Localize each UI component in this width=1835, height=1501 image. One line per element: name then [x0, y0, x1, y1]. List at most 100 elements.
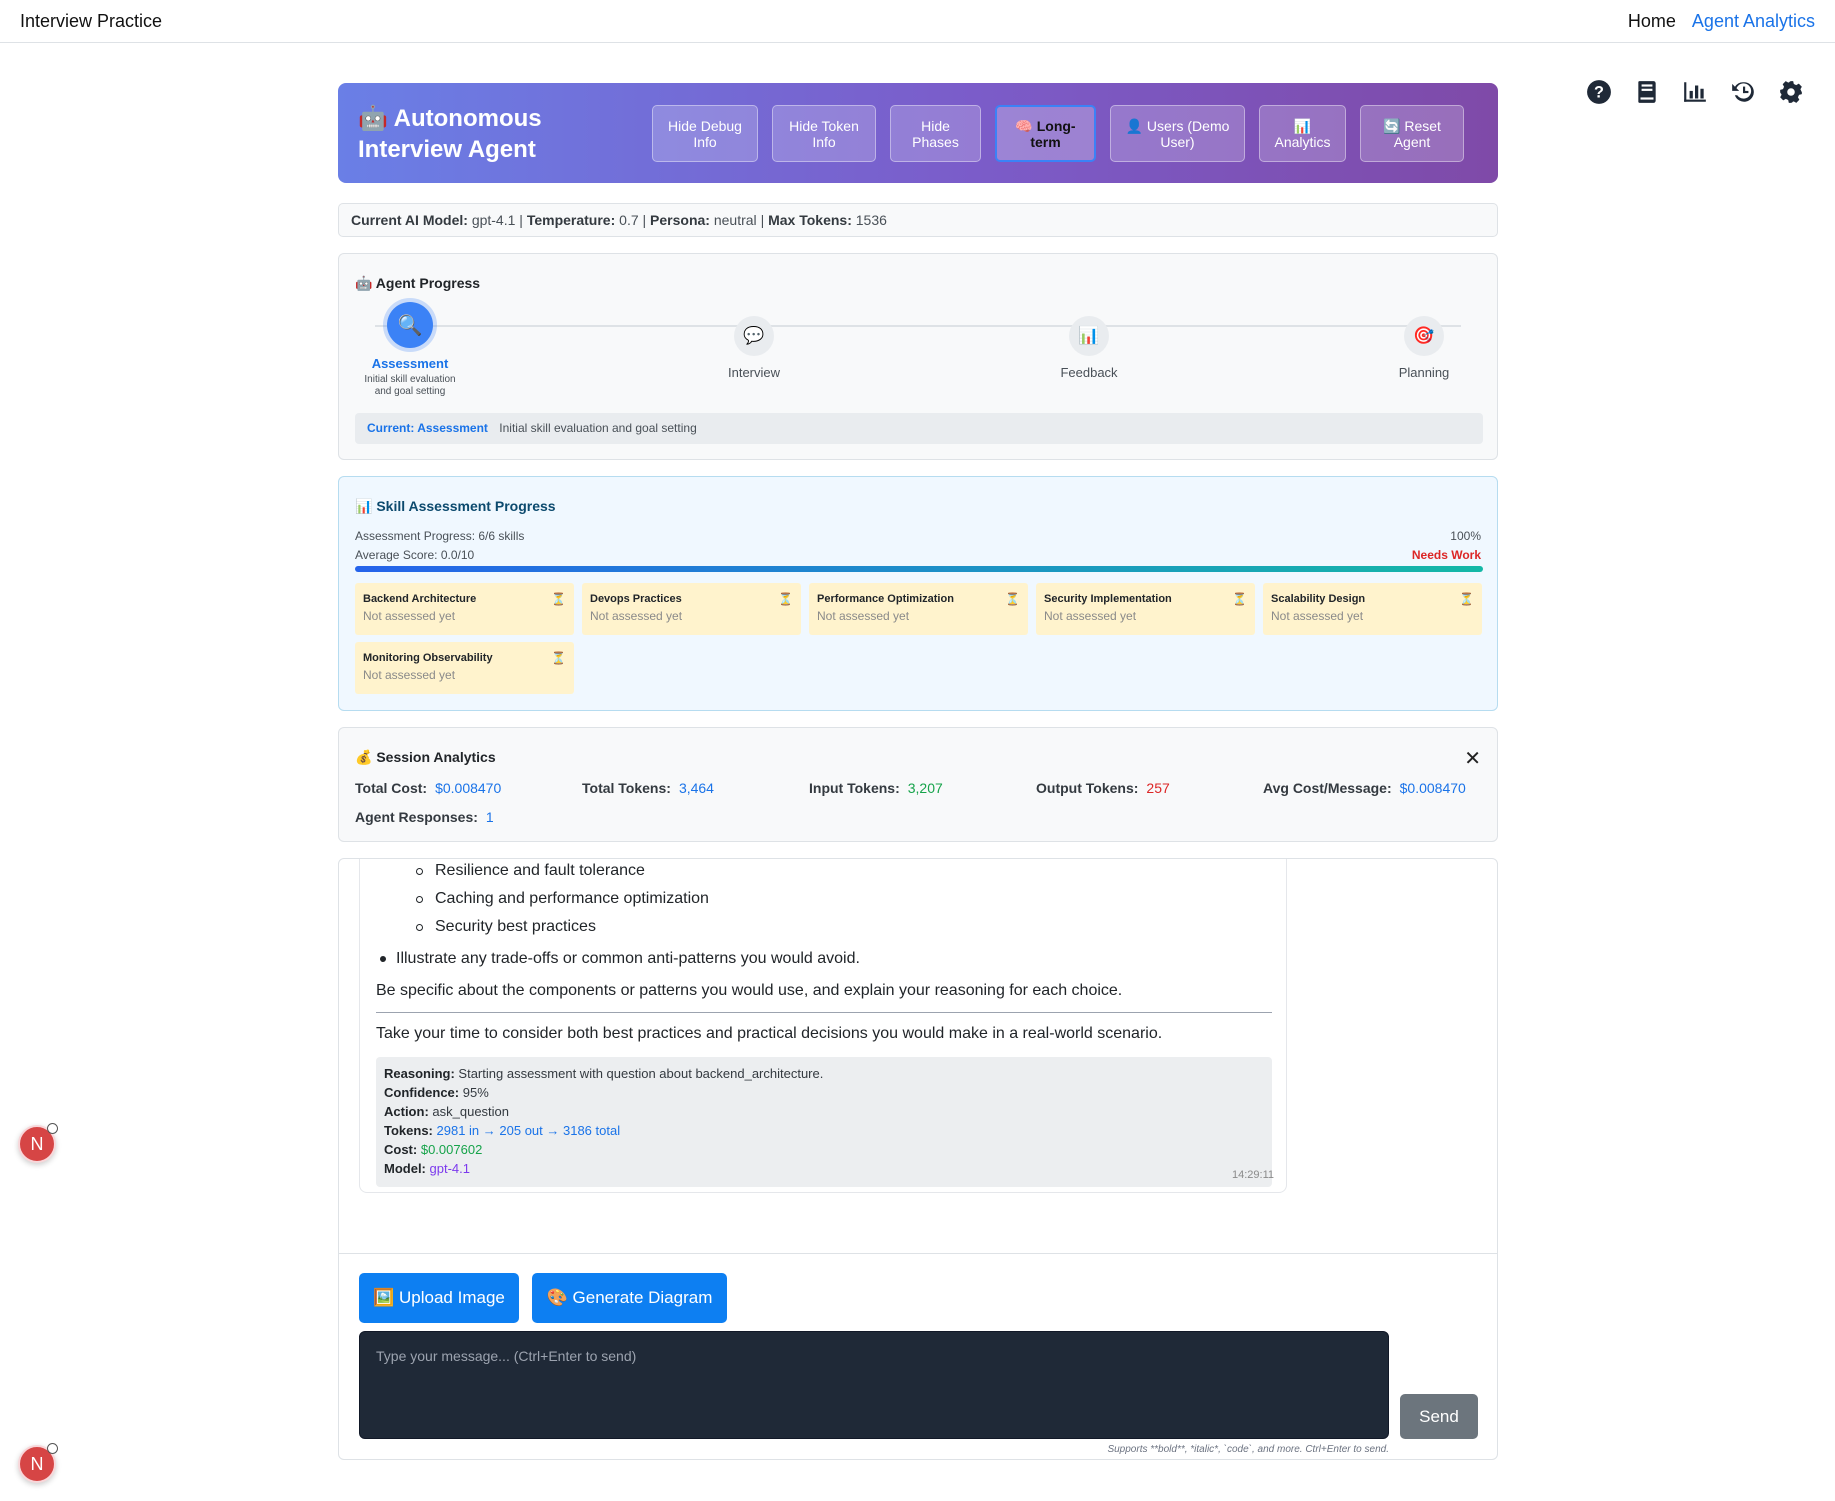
needs-work-status: Needs Work	[1411, 548, 1481, 562]
skill-status: Not assessed yet	[817, 609, 910, 623]
max-tokens-label: Max Tokens:	[768, 212, 852, 228]
skill-name: Security Implementation	[1044, 593, 1172, 605]
phase-planning[interactable]: 🎯 Planning	[1369, 316, 1479, 380]
debug-label: Confidence:	[384, 1085, 460, 1100]
persona-label: Persona:	[650, 212, 710, 228]
skill-name: Monitoring Observability	[363, 652, 493, 664]
magnifier-icon: 🔍	[387, 302, 433, 348]
bar-chart-icon: 📊	[1069, 316, 1109, 356]
history-icon[interactable]	[1729, 78, 1757, 106]
disc-bullet-icon	[380, 956, 386, 962]
debug-action: Action: ask_question	[384, 1102, 1264, 1121]
nav-agent-analytics-link[interactable]: Agent Analytics	[1692, 11, 1815, 32]
header-button-group: Hide Debug Info Hide Token Info Hide Pha…	[652, 105, 1464, 162]
hide-debug-button[interactable]: Hide Debug Info	[652, 105, 758, 162]
nav-home-link[interactable]: Home	[1628, 11, 1676, 32]
stat-label: Total Cost:	[355, 780, 428, 796]
top-navbar: Interview Practice Home Agent Analytics	[0, 0, 1835, 43]
hide-phases-button[interactable]: Hide Phases	[890, 105, 981, 162]
model-label: Current AI Model:	[351, 212, 468, 228]
list-item-text: Security best practices	[435, 918, 596, 935]
floating-badge-1[interactable]: N	[18, 1123, 58, 1163]
stat-value: 1	[485, 809, 494, 825]
floating-badge-2[interactable]: N	[18, 1443, 58, 1483]
stat-value: 3,464	[678, 780, 714, 796]
debug-value: 2981 in → 205 out → 3186 total	[436, 1123, 621, 1138]
max-tokens-value: 1536	[855, 212, 887, 228]
debug-tokens: Tokens: 2981 in → 205 out → 3186 total	[384, 1121, 1264, 1140]
message-timestamp: 14:29:11	[1231, 1169, 1274, 1181]
debug-confidence: Confidence: 95%	[384, 1083, 1264, 1102]
skill-item-backend-architecture[interactable]: Backend Architecture Not assessed yet ⏳	[355, 583, 574, 635]
temperature-value: 0.7	[619, 212, 639, 228]
stat-label: Avg Cost/Message:	[1263, 780, 1392, 796]
stat-value: 257	[1146, 780, 1170, 796]
stat-value: $0.008470	[435, 780, 502, 796]
skill-item-scalability-design[interactable]: Scalability Design Not assessed yet ⏳	[1263, 583, 1482, 635]
separator: |	[519, 212, 523, 228]
circle-bullet-icon	[416, 895, 423, 903]
skill-status: Not assessed yet	[1044, 609, 1137, 623]
phase-connector-line	[375, 325, 1461, 327]
separator: |	[642, 212, 647, 228]
close-icon[interactable]: ✕	[1464, 746, 1481, 771]
badge-dot-icon	[47, 1443, 58, 1454]
skill-item-performance-optimization[interactable]: Performance Optimization Not assessed ye…	[809, 583, 1028, 635]
svg-text:?: ?	[1594, 83, 1604, 101]
session-analytics-title: 💰 Session Analytics	[355, 749, 496, 765]
longterm-button[interactable]: 🧠 Long-term	[995, 105, 1096, 162]
persona-value: neutral	[713, 212, 757, 228]
brand-link[interactable]: Interview Practice	[20, 11, 162, 32]
book-icon[interactable]	[1633, 78, 1661, 106]
output-tokens-stat: Output Tokens: 257	[1036, 780, 1170, 796]
hourglass-icon: ⏳	[1459, 592, 1474, 606]
avg-cost-stat: Avg Cost/Message: $0.008470	[1263, 780, 1466, 796]
list-item: Security best practices	[416, 918, 596, 936]
phase-description: Initial skill evaluation and goal settin…	[364, 374, 456, 397]
generate-diagram-button[interactable]: 🎨 Generate Diagram	[532, 1273, 727, 1323]
hourglass-icon: ⏳	[778, 592, 793, 606]
list-item: Resilience and fault tolerance	[416, 862, 645, 880]
skill-item-security-implementation[interactable]: Security Implementation Not assessed yet…	[1036, 583, 1255, 635]
help-icon[interactable]: ?	[1585, 78, 1613, 106]
stat-value: 3,207	[907, 780, 943, 796]
users-button[interactable]: 👤 Users (Demo User)	[1110, 105, 1245, 162]
hourglass-icon: ⏳	[551, 651, 566, 665]
assessment-progress-text: Assessment Progress: 6/6 skills	[355, 529, 525, 543]
temperature-label: Temperature:	[526, 212, 616, 228]
debug-label: Model:	[384, 1161, 426, 1176]
total-tokens-stat: Total Tokens: 3,464	[582, 780, 714, 796]
hourglass-icon: ⏳	[551, 592, 566, 606]
agent-message: Resilience and fault tolerance Caching a…	[359, 859, 1287, 1193]
chat-panel: Resilience and fault tolerance Caching a…	[338, 858, 1498, 1460]
reset-agent-button[interactable]: 🔄 Reset Agent	[1360, 105, 1464, 162]
circle-bullet-icon	[416, 867, 423, 875]
floating-badge-letter: N	[30, 1453, 44, 1474]
list-item: Caching and performance optimization	[416, 890, 709, 908]
agent-responses-stat: Agent Responses: 1	[355, 809, 494, 825]
list-item-text: Resilience and fault tolerance	[435, 862, 645, 879]
hide-token-button[interactable]: Hide Token Info	[772, 105, 876, 162]
skill-item-devops-practices[interactable]: Devops Practices Not assessed yet ⏳	[582, 583, 801, 635]
separator: |	[760, 212, 765, 228]
input-tokens-stat: Input Tokens: 3,207	[809, 780, 943, 796]
skill-item-monitoring-observability[interactable]: Monitoring Observability Not assessed ye…	[355, 642, 574, 694]
message-input[interactable]: Type your message... (Ctrl+Enter to send…	[359, 1331, 1389, 1439]
phase-assessment[interactable]: 🔍 Assessment Initial skill evaluation an…	[355, 302, 465, 398]
phase-feedback[interactable]: 📊 Feedback	[1034, 316, 1144, 380]
chart-icon[interactable]	[1681, 78, 1709, 106]
gear-icon[interactable]	[1777, 78, 1805, 106]
debug-label: Reasoning:	[384, 1066, 455, 1081]
debug-value: 95%	[462, 1085, 489, 1100]
phase-interview[interactable]: 💬 Interview	[699, 316, 809, 380]
message-divider	[376, 1012, 1272, 1013]
total-cost-stat: Total Cost: $0.008470	[355, 780, 501, 796]
send-button[interactable]: Send	[1400, 1394, 1478, 1439]
debug-value: $0.007602	[420, 1142, 483, 1157]
analytics-button[interactable]: 📊 Analytics	[1259, 105, 1346, 162]
current-phase-description: Initial skill evaluation and goal settin…	[499, 421, 697, 435]
badge-dot-icon	[47, 1123, 58, 1134]
debug-label: Cost:	[384, 1142, 418, 1157]
upload-image-button[interactable]: 🖼️ Upload Image	[359, 1273, 519, 1323]
stat-label: Output Tokens:	[1036, 780, 1139, 796]
